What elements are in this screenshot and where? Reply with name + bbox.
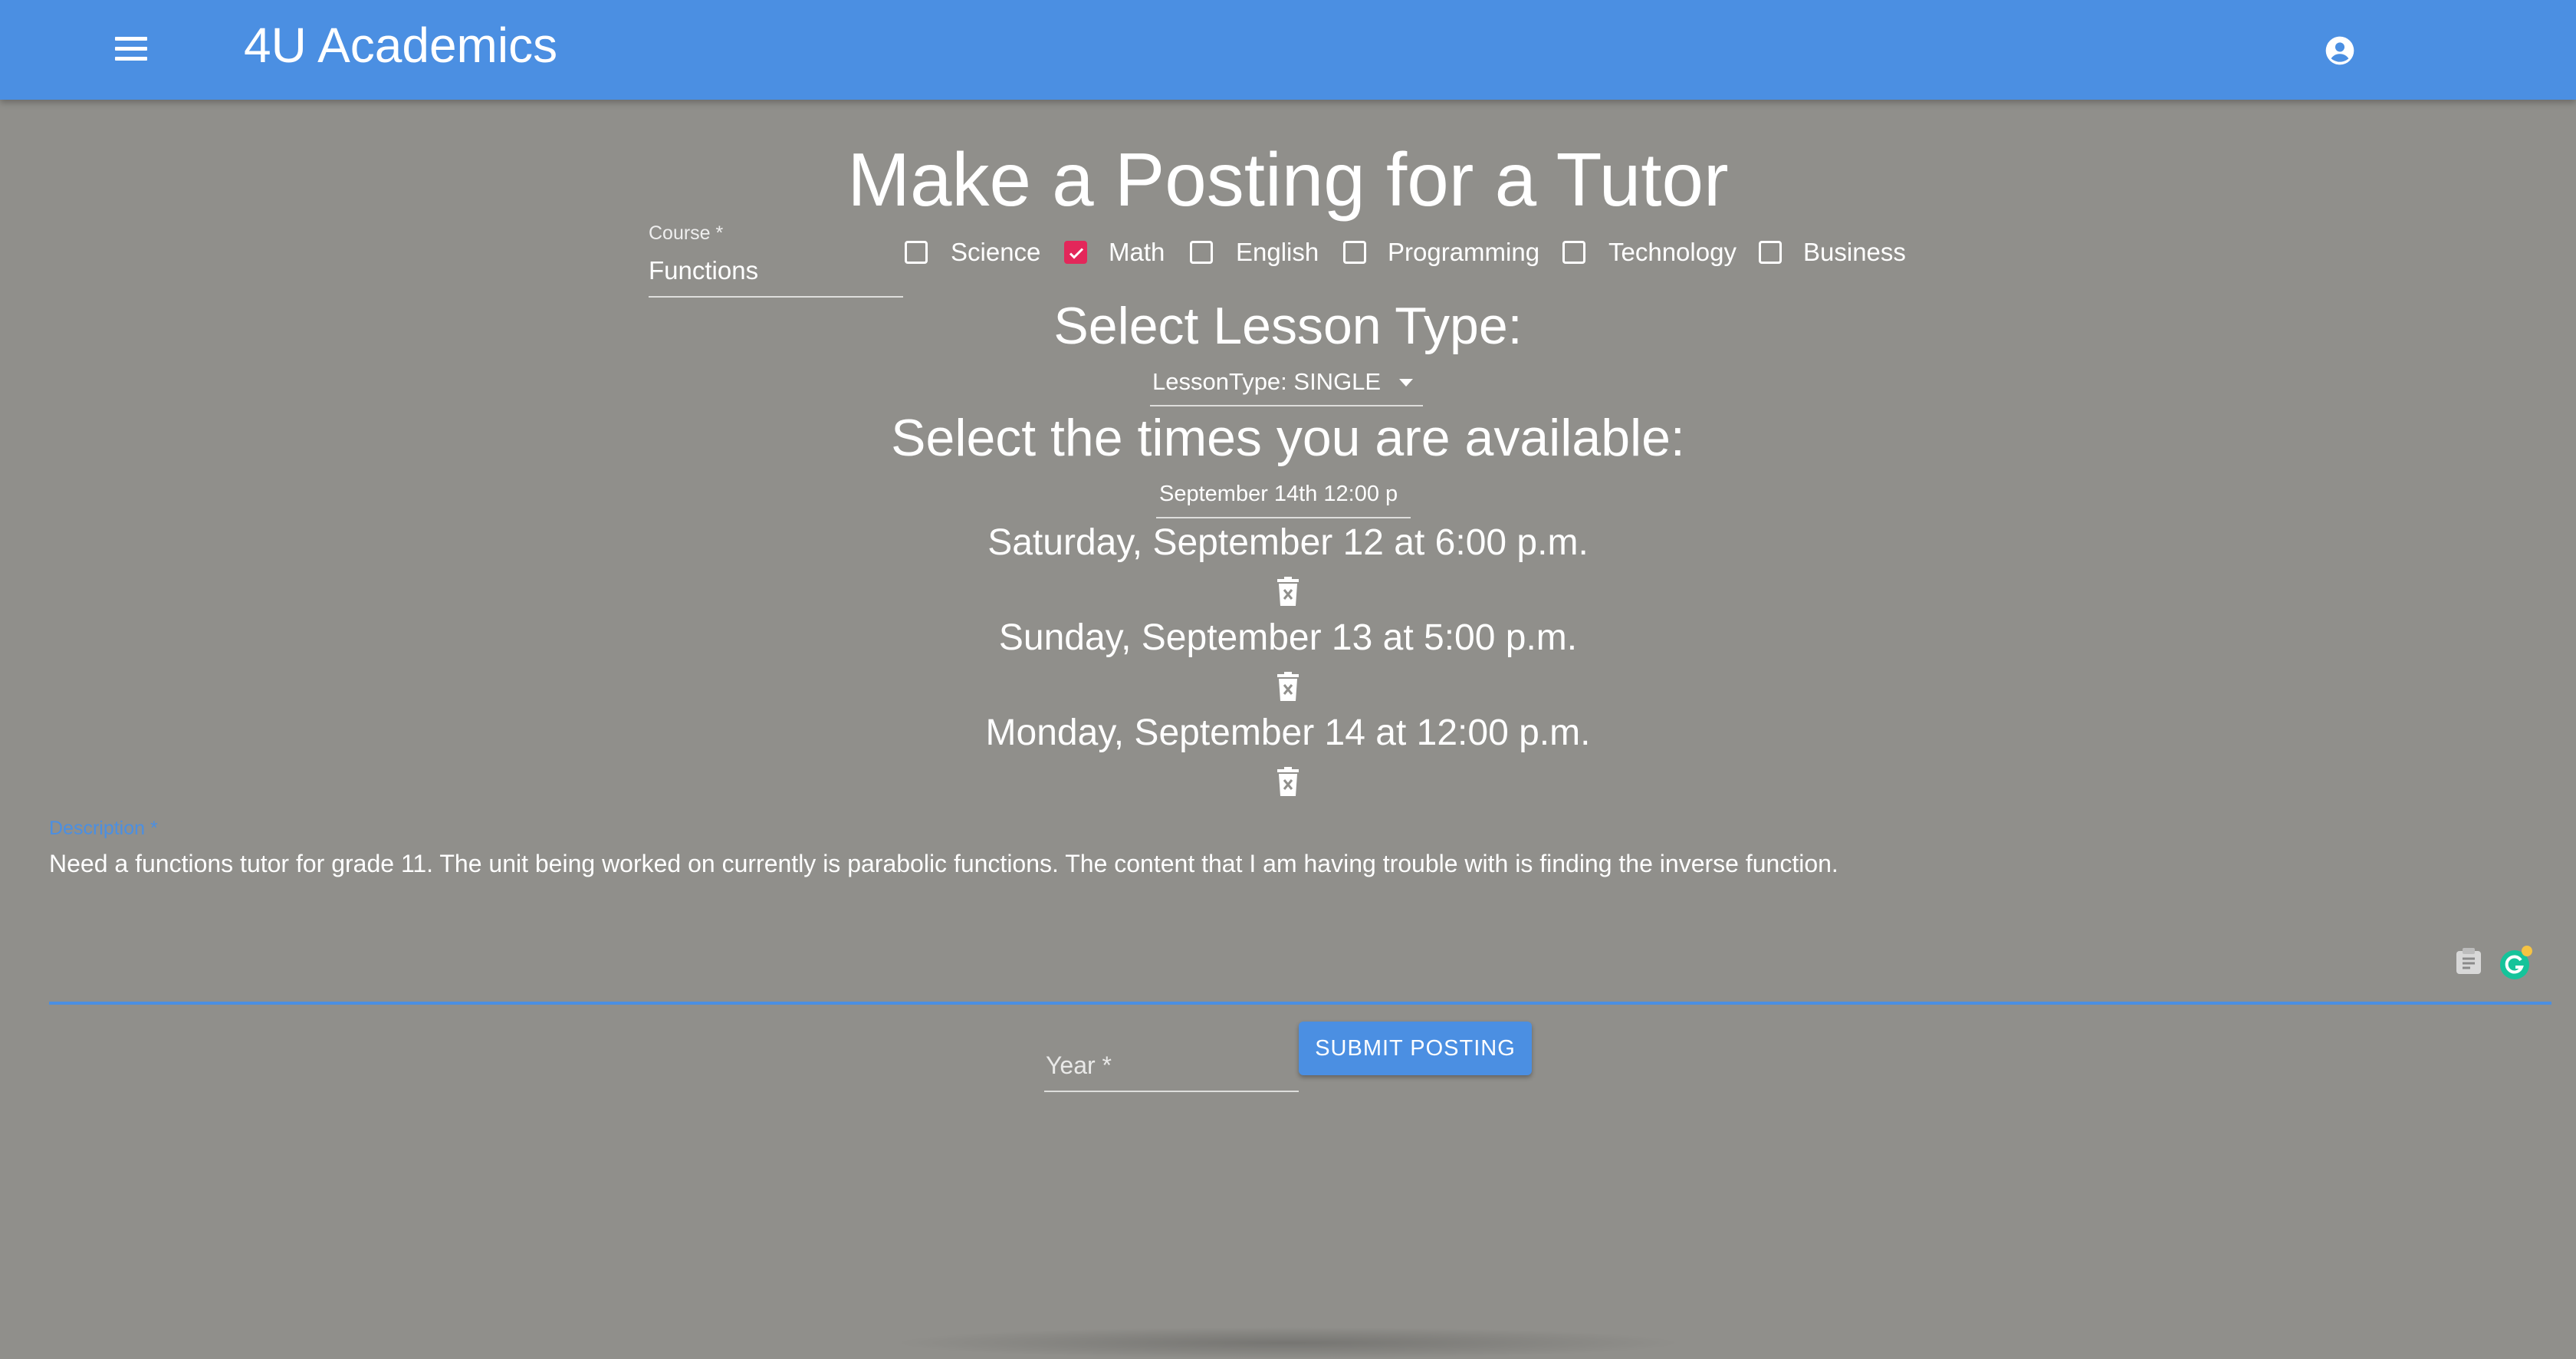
- description-label: Description *: [49, 818, 158, 839]
- lesson-type-select[interactable]: LessonType: SINGLE: [1150, 365, 1423, 406]
- times-heading: Select the times you are available:: [891, 409, 1685, 467]
- delete-forever-icon[interactable]: [1276, 577, 1300, 606]
- dropdown-arrow-icon: [1399, 379, 1413, 387]
- checkbox-technology[interactable]: [1562, 241, 1585, 264]
- checkbox-math[interactable]: [1064, 241, 1087, 264]
- page-title: Make a Posting for a Tutor: [847, 137, 1729, 222]
- lesson-type-value: LessonType: SINGLE: [1152, 368, 1382, 395]
- year-input[interactable]: [1044, 1051, 1293, 1081]
- app-bar: 4U Academics: [0, 0, 2576, 100]
- menu-icon[interactable]: [115, 37, 147, 63]
- grammarly-icon[interactable]: [2498, 945, 2535, 982]
- checkbox-label-math[interactable]: Math: [1109, 238, 1165, 267]
- course-input[interactable]: Functions: [649, 256, 758, 285]
- checkbox-business[interactable]: [1759, 241, 1782, 264]
- checkbox-label-english[interactable]: English: [1236, 238, 1319, 267]
- bottom-shadow: [889, 1327, 1687, 1359]
- checkbox-english[interactable]: [1190, 241, 1213, 264]
- delete-forever-icon[interactable]: [1276, 767, 1300, 796]
- app-title[interactable]: 4U Academics: [244, 17, 557, 74]
- delete-forever-icon[interactable]: [1276, 672, 1300, 701]
- checkbox-label-science[interactable]: Science: [951, 238, 1040, 267]
- checkbox-label-technology[interactable]: Technology: [1608, 238, 1737, 267]
- time-slot-label: Saturday, September 12 at 6:00 p.m.: [987, 522, 1589, 563]
- time-input-field[interactable]: [1156, 477, 1411, 512]
- description-textarea[interactable]: Need a functions tutor for grade 11. The…: [49, 850, 1838, 878]
- course-label: Course *: [649, 222, 724, 244]
- checkbox-label-programming[interactable]: Programming: [1388, 238, 1539, 267]
- check-icon: [1069, 248, 1084, 259]
- time-slot-label: Sunday, September 13 at 5:00 p.m.: [998, 617, 1578, 658]
- course-field[interactable]: Course * Functions: [649, 222, 903, 298]
- extension-icon[interactable]: [2453, 946, 2484, 977]
- lesson-type-heading: Select Lesson Type:: [1053, 297, 1523, 355]
- checkbox-programming[interactable]: [1343, 241, 1366, 264]
- account-circle-icon[interactable]: [2323, 34, 2357, 67]
- description-underline: [49, 1002, 2551, 1005]
- year-field[interactable]: [1044, 1032, 1299, 1092]
- checkbox-label-business[interactable]: Business: [1803, 238, 1906, 267]
- checkbox-science[interactable]: [905, 241, 928, 264]
- time-picker-input[interactable]: [1156, 477, 1411, 518]
- submit-posting-button[interactable]: SUBMIT POSTING: [1299, 1022, 1532, 1075]
- time-slot-label: Monday, September 14 at 12:00 p.m.: [985, 712, 1591, 753]
